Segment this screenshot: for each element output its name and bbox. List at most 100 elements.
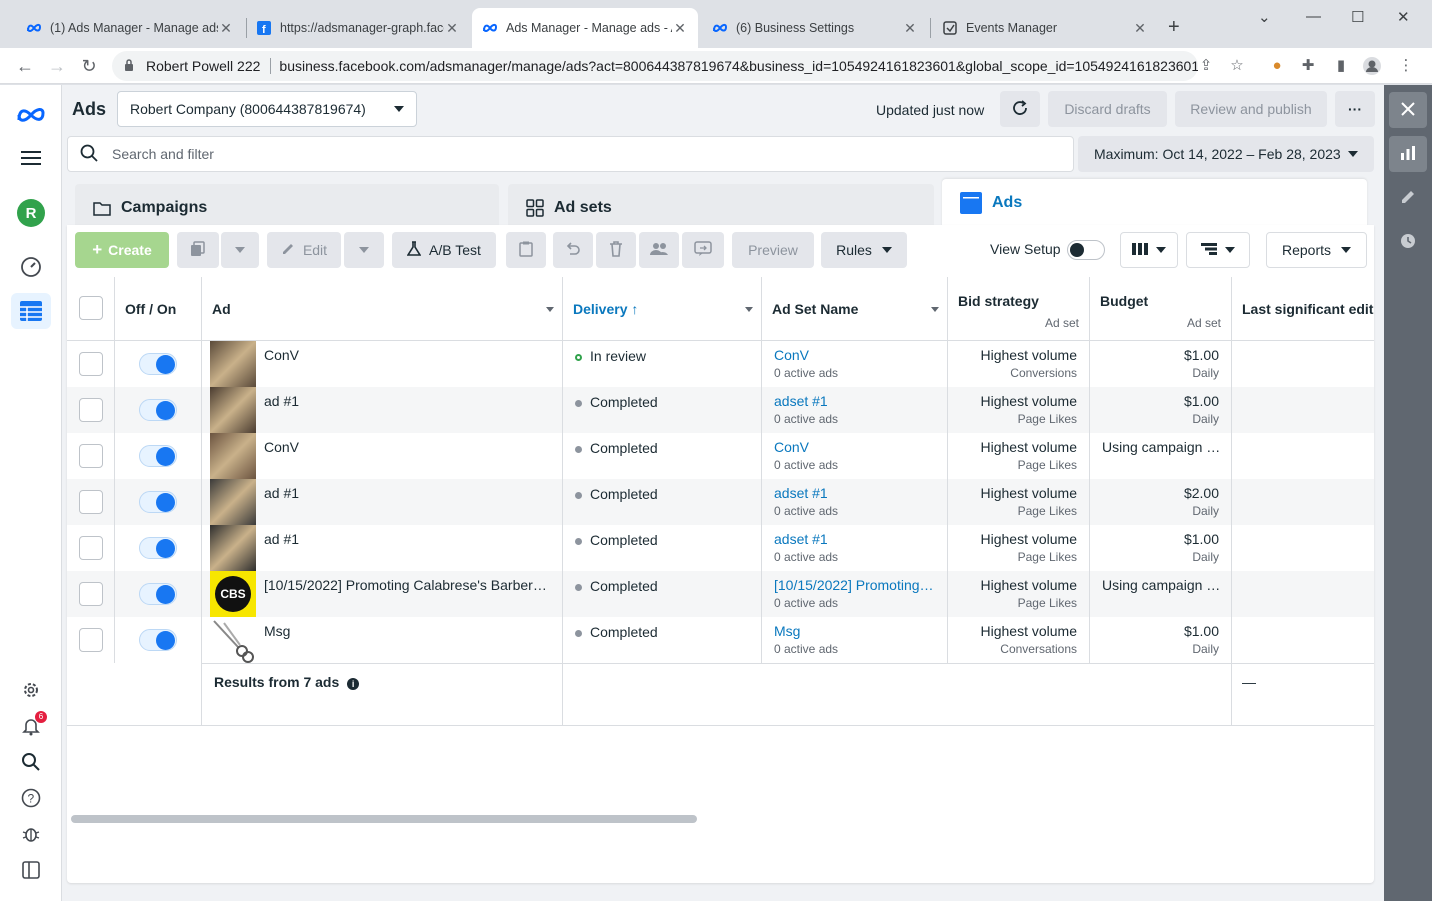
collapse-sidebar-icon[interactable] xyxy=(11,852,51,888)
column-header-ad[interactable]: Ad xyxy=(202,277,563,341)
account-selector[interactable]: Robert Company (800644387819674) xyxy=(117,91,417,127)
table-row[interactable]: ad #1 Completed adset #1 0 active ads Highes… xyxy=(67,525,1374,571)
ad-name-cell[interactable]: CBS [10/15/2022] Promoting Calabrese's Ba… xyxy=(202,571,563,617)
row-checkbox[interactable] xyxy=(79,536,103,560)
sort-caret-icon[interactable] xyxy=(546,307,554,312)
back-icon[interactable]: ← xyxy=(13,54,37,78)
side-panel-icon[interactable]: ▮ xyxy=(1331,56,1351,76)
adset-link[interactable]: adset #1 xyxy=(774,485,935,501)
cookie-extension-icon[interactable]: ● xyxy=(1267,56,1287,76)
address-bar[interactable]: Robert Powell 222 business.facebook.com/… xyxy=(112,51,1198,81)
reports-button[interactable]: Reports xyxy=(1266,232,1367,268)
duplicate-dropdown[interactable] xyxy=(221,232,259,268)
preview-share-button[interactable] xyxy=(682,232,724,268)
ad-on-off-toggle[interactable] xyxy=(139,399,177,421)
adset-link[interactable]: Msg xyxy=(774,623,935,639)
row-checkbox[interactable] xyxy=(79,444,103,468)
create-button[interactable]: + Create xyxy=(75,232,169,268)
table-row[interactable]: ConV In review ConV 0 active ads Highest vol… xyxy=(67,341,1374,387)
table-row[interactable]: ad #1 Completed adset #1 0 active ads Highes… xyxy=(67,479,1374,525)
column-header-last-edit[interactable]: Last significant edit xyxy=(1232,277,1374,341)
audience-button[interactable] xyxy=(639,232,679,268)
charts-panel-button[interactable] xyxy=(1389,136,1427,172)
ad-name[interactable]: Msg xyxy=(264,623,290,639)
notifications-bell-icon[interactable]: 6 xyxy=(11,708,51,744)
adset-link[interactable]: [10/15/2022] Promoting… xyxy=(774,577,935,593)
history-panel-button[interactable] xyxy=(1389,224,1427,260)
delete-button[interactable] xyxy=(596,232,636,268)
row-checkbox[interactable] xyxy=(79,398,103,422)
ad-on-off-toggle[interactable] xyxy=(139,583,177,605)
ad-thumbnail[interactable] xyxy=(210,617,256,663)
table-row[interactable]: ad #1 Completed adset #1 0 active ads Highes… xyxy=(67,387,1374,433)
adset-link[interactable]: adset #1 xyxy=(774,393,935,409)
search-input[interactable] xyxy=(112,146,1012,162)
edit-dropdown[interactable] xyxy=(344,232,384,268)
bug-report-icon[interactable] xyxy=(11,816,51,852)
ad-on-off-toggle[interactable] xyxy=(139,629,177,651)
close-tab-icon[interactable]: ✕ xyxy=(1132,20,1148,37)
window-close-icon[interactable]: ✕ xyxy=(1397,8,1410,26)
refresh-button[interactable] xyxy=(1000,91,1040,127)
ad-thumbnail[interactable] xyxy=(210,525,256,571)
select-all-checkbox[interactable] xyxy=(79,296,103,320)
preview-button[interactable]: Preview xyxy=(732,232,814,268)
edit-panel-button[interactable] xyxy=(1389,180,1427,216)
column-header-onoff[interactable]: Off / On xyxy=(115,277,202,341)
column-header-bid-strategy[interactable]: Bid strategy Ad set xyxy=(948,277,1090,341)
undo-button[interactable] xyxy=(553,232,593,268)
clipboard-button[interactable] xyxy=(506,232,546,268)
table-row[interactable]: CBS [10/15/2022] Promoting Calabrese's Ba… xyxy=(67,571,1374,617)
adset-link[interactable]: adset #1 xyxy=(774,531,935,547)
ab-test-button[interactable]: A/B Test xyxy=(392,232,496,268)
discard-drafts-button[interactable]: Discard drafts xyxy=(1048,91,1167,127)
tab-ads[interactable]: Ads xyxy=(942,179,1367,227)
close-tab-icon[interactable]: ✕ xyxy=(218,20,234,37)
extensions-puzzle-icon[interactable]: ✚ xyxy=(1298,56,1318,76)
column-header-delivery[interactable]: Delivery ↑ xyxy=(563,277,762,341)
row-checkbox[interactable] xyxy=(79,582,103,606)
browser-tab-3-active[interactable]: Ads Manager - Manage ads - A ✕ xyxy=(472,8,698,48)
rules-button[interactable]: Rules xyxy=(821,232,907,268)
ad-name[interactable]: ConV xyxy=(264,347,299,363)
ad-name-cell[interactable]: ad #1 xyxy=(202,479,563,525)
ad-thumbnail[interactable] xyxy=(210,387,256,433)
table-row[interactable]: ConV Completed ConV 0 active ads Highest vol… xyxy=(67,433,1374,479)
tab-search-icon[interactable]: ⌄ xyxy=(1258,8,1271,26)
sort-caret-icon[interactable] xyxy=(931,307,939,312)
breakdown-button[interactable] xyxy=(1186,232,1250,268)
close-tab-icon[interactable]: ✕ xyxy=(672,20,688,37)
account-avatar[interactable]: R xyxy=(11,195,51,231)
browser-tab-2[interactable]: f https://adsmanager-graph.facebook ✕ xyxy=(246,8,470,48)
ad-thumbnail[interactable] xyxy=(210,433,256,479)
ad-name[interactable]: [10/15/2022] Promoting Calabrese's Barbe… xyxy=(264,577,547,593)
ad-name[interactable]: ad #1 xyxy=(264,393,299,409)
browser-tab-5[interactable]: Events Manager ✕ xyxy=(932,8,1158,48)
dashboard-gauge-icon[interactable] xyxy=(11,249,51,285)
review-and-publish-button[interactable]: Review and publish xyxy=(1175,91,1327,127)
ad-name-cell[interactable]: ad #1 xyxy=(202,525,563,571)
forward-icon[interactable]: → xyxy=(45,54,69,78)
new-tab-icon[interactable]: + xyxy=(1168,16,1180,39)
browser-tab-4[interactable]: (6) Business Settings ✕ xyxy=(702,8,928,48)
sort-caret-icon[interactable] xyxy=(745,307,753,312)
search-filter-bar[interactable] xyxy=(67,136,1074,172)
ad-thumbnail[interactable] xyxy=(210,341,256,387)
bookmark-star-icon[interactable]: ☆ xyxy=(1227,56,1247,76)
hamburger-menu-icon[interactable] xyxy=(11,140,51,176)
ad-name[interactable]: ad #1 xyxy=(264,531,299,547)
ad-on-off-toggle[interactable] xyxy=(139,491,177,513)
help-icon[interactable]: ? xyxy=(11,780,51,816)
close-tab-icon[interactable]: ✕ xyxy=(902,20,918,37)
more-options-button[interactable]: ··· xyxy=(1335,91,1375,127)
browser-menu-icon[interactable]: ⋮ xyxy=(1396,56,1416,76)
row-checkbox[interactable] xyxy=(79,490,103,514)
ad-thumbnail[interactable]: CBS xyxy=(210,571,256,617)
edit-button[interactable]: Edit xyxy=(267,232,341,268)
horizontal-scrollbar[interactable] xyxy=(71,815,697,823)
settings-gear-icon[interactable] xyxy=(11,672,51,708)
columns-button[interactable] xyxy=(1120,232,1178,268)
close-tab-icon[interactable]: ✕ xyxy=(444,20,460,37)
meta-logo-icon[interactable] xyxy=(11,97,51,133)
ads-manager-table-icon[interactable] xyxy=(11,293,51,329)
